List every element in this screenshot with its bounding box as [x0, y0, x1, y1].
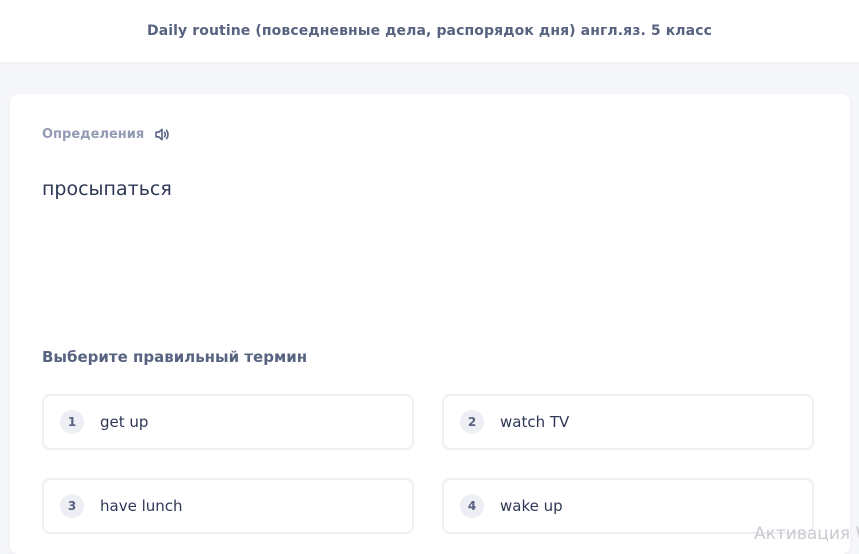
- option-text: get up: [100, 413, 149, 431]
- option-text: have lunch: [100, 497, 183, 515]
- answer-prompt: Выберите правильный термин: [42, 348, 308, 366]
- answer-option-3[interactable]: 3 have lunch: [42, 478, 414, 534]
- definition-text: просыпаться: [42, 178, 172, 200]
- answer-option-2[interactable]: 2 watch TV: [442, 394, 814, 450]
- option-number: 3: [60, 494, 84, 518]
- section-label: Определения: [42, 126, 171, 143]
- activation-watermark: Активация W: [754, 524, 859, 544]
- option-number: 2: [460, 410, 484, 434]
- section-label-text: Определения: [42, 127, 145, 142]
- option-number: 4: [460, 494, 484, 518]
- page-title: Daily routine (повседневные дела, распор…: [146, 23, 712, 39]
- question-card: Определения просыпаться Выберите правиль…: [10, 94, 850, 554]
- answer-option-1[interactable]: 1 get up: [42, 394, 414, 450]
- option-number: 1: [60, 410, 84, 434]
- page-header: Daily routine (повседневные дела, распор…: [0, 0, 859, 62]
- option-text: wake up: [500, 497, 563, 515]
- speaker-icon[interactable]: [154, 126, 171, 143]
- option-text: watch TV: [500, 413, 570, 431]
